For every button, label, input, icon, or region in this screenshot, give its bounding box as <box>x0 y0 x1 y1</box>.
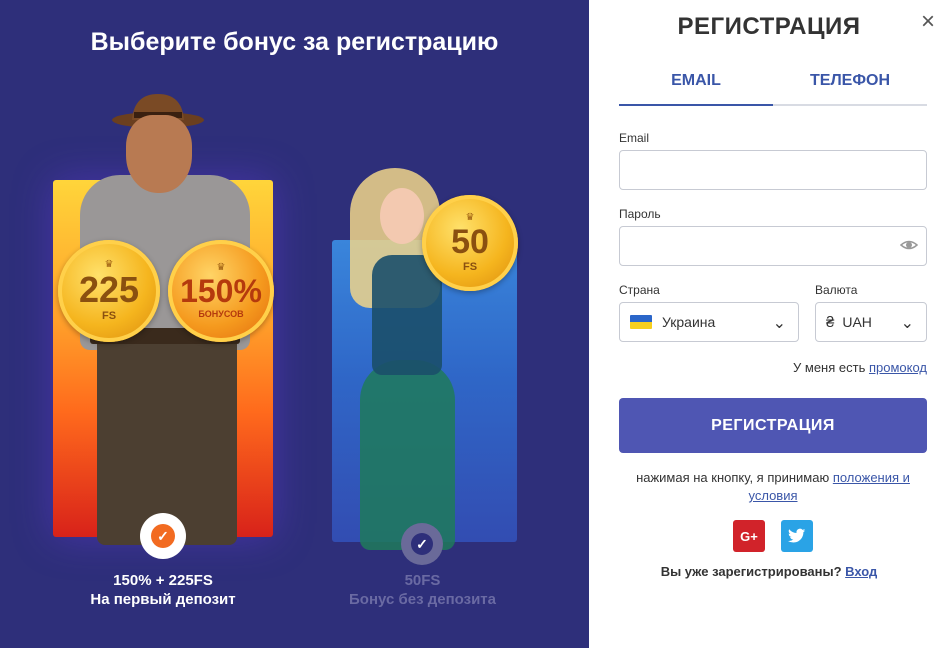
google-plus-button[interactable]: G+ <box>733 520 765 552</box>
email-label: Email <box>619 131 650 145</box>
crown-icon: ♛ <box>465 212 475 223</box>
character-head <box>126 115 192 193</box>
google-plus-icon: G+ <box>740 528 758 544</box>
password-field[interactable] <box>619 226 927 266</box>
promo-link[interactable]: промокод <box>869 360 927 375</box>
tab-phone[interactable]: ТЕЛЕФОН <box>773 60 927 104</box>
chevron-down-icon: ⌄ <box>772 315 786 332</box>
hryvnia-icon: ₴ <box>826 313 835 331</box>
coin-free-spins: ♛ 225 FS <box>58 240 160 342</box>
coin-label: FS <box>101 310 117 322</box>
login-link[interactable]: Вход <box>845 564 877 579</box>
form-title: РЕГИСТРАЦИЯ <box>677 13 861 40</box>
coin-no-deposit: ♛ 50 FS <box>422 195 518 291</box>
crown-icon: ♛ <box>216 262 226 273</box>
twitter-icon <box>788 528 806 543</box>
bonus-deposit-amount: 150% + 225FS <box>113 572 213 589</box>
close-icon[interactable]: × <box>918 10 938 34</box>
bonus-no-deposit-caption: 50FS Бонус без депозита <box>320 571 525 609</box>
checkmark-icon: ✓ <box>411 533 433 555</box>
bonus-panel: Выберите бонус за регистрацию ♛ 225 FS ♛… <box>0 0 589 648</box>
coin-label: БОНУСОВ <box>198 309 244 319</box>
bonus-select-deposit[interactable]: ✓ <box>140 513 186 559</box>
currency-value: UAH <box>842 314 872 330</box>
terms-text: нажимая на кнопку, я принимаю положения … <box>619 469 927 505</box>
register-button[interactable]: РЕГИСТРАЦИЯ <box>619 398 927 453</box>
bonus-deposit-caption: 150% + 225FS На первый депозит <box>53 571 273 609</box>
coin-label: FS <box>462 261 478 273</box>
character-body <box>372 255 442 375</box>
twitter-button[interactable] <box>781 520 813 552</box>
chevron-down-icon: ⌄ <box>900 315 914 332</box>
tab-email[interactable]: EMAIL <box>619 60 773 106</box>
password-label: Пароль <box>619 207 661 221</box>
coin-value: 150% <box>180 273 262 309</box>
promo-text: У меня есть <box>793 360 866 375</box>
login-text: Вы уже зарегистрированы? <box>660 564 842 579</box>
registration-tabs: EMAIL ТЕЛЕФОН <box>619 60 927 106</box>
bonus-deposit-desc: На первый депозит <box>90 591 236 608</box>
ukraine-flag-icon <box>630 315 652 329</box>
checkmark-icon: ✓ <box>151 524 175 548</box>
currency-select[interactable]: ₴ UAH ⌄ <box>815 302 927 342</box>
login-row: Вы уже зарегистрированы? Вход <box>589 564 949 579</box>
coin-value: 50 <box>451 223 489 261</box>
coin-bonus-percent: ♛ 150% БОНУСОВ <box>168 240 274 342</box>
character-face <box>380 188 424 244</box>
promo-row: У меня есть промокод <box>793 360 927 375</box>
country-value: Украина <box>662 314 716 330</box>
currency-label: Валюта <box>815 283 858 297</box>
bonus-panel-title: Выберите бонус за регистрацию <box>90 28 499 56</box>
character-dress <box>360 360 455 550</box>
bonus-no-deposit-amount: 50FS <box>404 572 441 589</box>
bonus-no-deposit-desc: Бонус без депозита <box>349 591 496 608</box>
bonus-select-no-deposit[interactable]: ✓ <box>401 523 443 565</box>
eye-icon[interactable] <box>899 236 919 254</box>
country-label: Страна <box>619 283 660 297</box>
country-select[interactable]: Украина ⌄ <box>619 302 799 342</box>
terms-prefix: нажимая на кнопку, я принимаю <box>636 470 830 485</box>
email-field[interactable] <box>619 150 927 190</box>
registration-form: РЕГИСТРАЦИЯ × EMAIL ТЕЛЕФОН Email Пароль… <box>589 0 949 648</box>
coin-value: 225 <box>78 269 140 310</box>
